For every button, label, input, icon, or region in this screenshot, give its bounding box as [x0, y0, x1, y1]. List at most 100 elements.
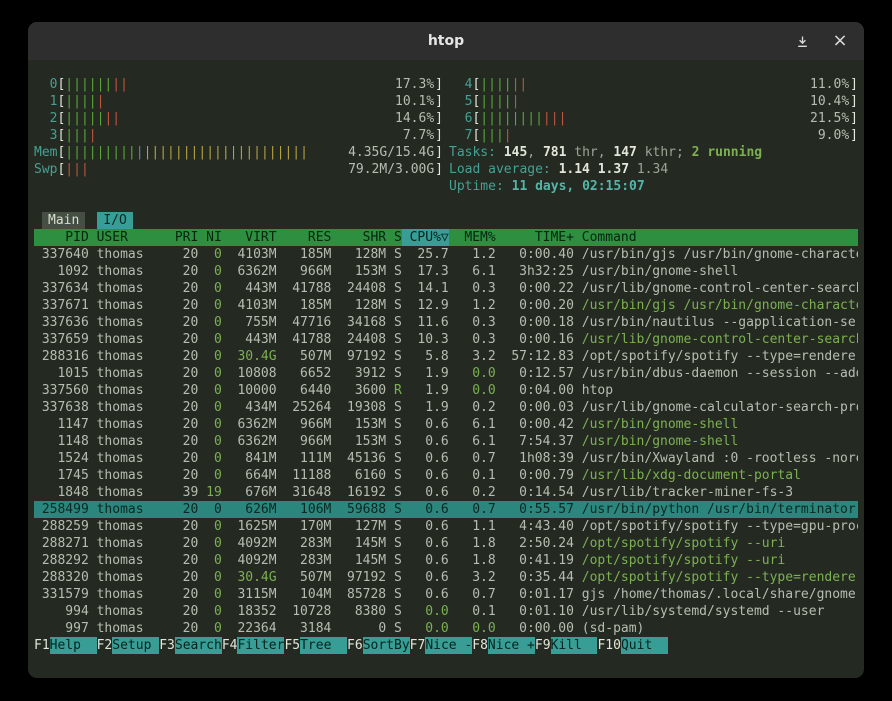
- column-header-time[interactable]: TIME+: [496, 229, 574, 246]
- meter-label: 7: [449, 127, 472, 144]
- cell-s: S: [386, 297, 402, 314]
- cell-shr: 145M: [331, 535, 386, 552]
- tab-io[interactable]: I/O: [97, 212, 132, 229]
- cell-pid: 337634: [34, 280, 89, 297]
- cell-pid: 1148: [34, 433, 89, 450]
- fnkey-f7[interactable]: F7Nice -: [410, 637, 473, 654]
- cell-pri: 20: [167, 586, 198, 603]
- process-row[interactable]: 1015thomas2001080866523912S1.90.00:12.57…: [34, 365, 858, 382]
- column-header-mem[interactable]: MEM%: [449, 229, 496, 246]
- process-row[interactable]: 1745thomas200664M111886160S0.60.10:00.79…: [34, 467, 858, 484]
- column-header-cpu[interactable]: CPU%▽: [402, 229, 449, 246]
- cell-s: S: [386, 603, 402, 620]
- process-row[interactable]: 337640thomas2004103M185M128MS25.71.20:00…: [34, 246, 858, 263]
- cell-mem: 0.3: [449, 280, 496, 297]
- close-icon[interactable]: ×: [832, 33, 848, 49]
- process-row[interactable]: 1148thomas2006362M966M153MS0.66.17:54.37…: [34, 433, 858, 450]
- column-header-ni[interactable]: NI: [198, 229, 221, 246]
- cell-command: htop: [574, 382, 858, 399]
- fnkey-label: Tree: [300, 637, 347, 654]
- meter-cpu0: 0[||||||||17.3%]: [34, 76, 443, 93]
- process-row[interactable]: 288259thomas2001625M170M127MS0.61.14:43.…: [34, 518, 858, 535]
- cell-shr: 6160: [331, 467, 386, 484]
- cell-s: S: [386, 484, 402, 501]
- process-row[interactable]: 1092thomas2006362M966M153MS17.36.13h32:2…: [34, 263, 858, 280]
- cell-shr: 59688: [331, 501, 386, 518]
- uptime-text: Uptime: 11 days, 02:15:07: [449, 178, 858, 195]
- cell-mem: 1.8: [449, 552, 496, 569]
- cell-time: 7:54.37: [496, 433, 574, 450]
- column-header-command[interactable]: Command: [574, 229, 858, 246]
- process-row[interactable]: 258499thomas200626M106M59688S0.60.70:55.…: [34, 501, 858, 518]
- fnkey-f5[interactable]: F5Tree: [284, 637, 347, 654]
- fnkey-f4[interactable]: F4Filter: [222, 637, 285, 654]
- cell-shr: 97192: [331, 569, 386, 586]
- column-header-pri[interactable]: PRI: [167, 229, 198, 246]
- fnkey-f1[interactable]: F1Help: [34, 637, 97, 654]
- cell-user: thomas: [89, 246, 167, 263]
- cell-s: S: [386, 280, 402, 297]
- process-row[interactable]: 288316thomas20030.4G507M97192S5.83.257:1…: [34, 348, 858, 365]
- cell-command: /usr/lib/gnome-calculator-search-prov: [574, 399, 858, 416]
- cell-command: /usr/lib/tracker-miner-fs-3: [574, 484, 858, 501]
- fnkey-f8[interactable]: F8Nice +: [472, 637, 535, 654]
- column-header-virt[interactable]: VIRT: [222, 229, 277, 246]
- cell-ni: 19: [198, 484, 221, 501]
- process-row[interactable]: 997thomas2002236431840S0.00.00:00.00(sd-…: [34, 620, 858, 637]
- cell-s: S: [386, 263, 402, 280]
- process-row[interactable]: 1848thomas3919676M3164816192S0.60.20:14.…: [34, 484, 858, 501]
- cell-res: 507M: [277, 348, 332, 365]
- process-row[interactable]: 288271thomas2004092M283M145MS0.61.82:50.…: [34, 535, 858, 552]
- column-header-shr[interactable]: SHR: [331, 229, 386, 246]
- column-header-user[interactable]: USER: [89, 229, 167, 246]
- cell-time: 0:00.20: [496, 297, 574, 314]
- cell-virt: 755M: [222, 314, 277, 331]
- process-table: PIDUSERPRINIVIRTRESSHRSCPU%▽MEM%TIME+Com…: [34, 229, 858, 637]
- meter-label: 6: [449, 110, 472, 127]
- cell-time: 3h32:25: [496, 263, 574, 280]
- cell-cpu: 0.6: [402, 501, 449, 518]
- meter-bar: |||||||||||21.5%: [480, 110, 850, 127]
- process-row[interactable]: 337636thomas200755M4771634168S11.60.30:0…: [34, 314, 858, 331]
- process-row[interactable]: 337638thomas200434M2526419308S1.90.20:00…: [34, 399, 858, 416]
- column-header-s[interactable]: S: [386, 229, 402, 246]
- tab-main[interactable]: Main: [42, 212, 85, 229]
- process-row[interactable]: 1147thomas2006362M966M153MS0.66.10:00.42…: [34, 416, 858, 433]
- column-header-pid[interactable]: PID: [34, 229, 89, 246]
- cell-ni: 0: [198, 552, 221, 569]
- process-row[interactable]: 337560thomas2001000064403600R1.90.00:04.…: [34, 382, 858, 399]
- cell-command: /opt/spotify/spotify --uri: [574, 552, 858, 569]
- cell-command: /usr/bin/gjs /usr/bin/gnome-character: [574, 246, 858, 263]
- column-header-res[interactable]: RES: [277, 229, 332, 246]
- process-row[interactable]: 337671thomas2004103M185M128MS12.91.20:00…: [34, 297, 858, 314]
- process-row[interactable]: 331579thomas2003115M104M85728S0.60.70:01…: [34, 586, 858, 603]
- meter-value: 7.7%: [403, 127, 434, 144]
- process-row[interactable]: 337659thomas200443M4178824408S10.30.30:0…: [34, 331, 858, 348]
- cell-cpu: 5.8: [402, 348, 449, 365]
- fnkey-f6[interactable]: F6SortBy: [347, 637, 410, 654]
- process-row[interactable]: 1524thomas200841M111M45136S0.60.71h08:39…: [34, 450, 858, 467]
- cell-ni: 0: [198, 365, 221, 382]
- process-row[interactable]: 994thomas20018352107288380S0.00.10:01.10…: [34, 603, 858, 620]
- cell-res: 283M: [277, 552, 332, 569]
- process-row[interactable]: 337634thomas200443M4178824408S14.10.30:0…: [34, 280, 858, 297]
- cell-pri: 20: [167, 501, 198, 518]
- fnkey-f10[interactable]: F10Quit: [597, 637, 667, 654]
- fnkey-f2[interactable]: F2Setup: [97, 637, 160, 654]
- meter-bar: ||||||||17.3%: [65, 76, 435, 93]
- fnkey-f3[interactable]: F3Search: [159, 637, 222, 654]
- meter-bracket: ]: [435, 110, 443, 127]
- process-row[interactable]: 288292thomas2004092M283M145MS0.61.80:41.…: [34, 552, 858, 569]
- cell-cpu: 0.6: [402, 450, 449, 467]
- process-row[interactable]: 288320thomas20030.4G507M97192S0.63.20:35…: [34, 569, 858, 586]
- download-icon[interactable]: [794, 33, 810, 49]
- fnkey-label: Setup: [112, 637, 159, 654]
- cell-mem: 1.2: [449, 297, 496, 314]
- cell-shr: 153M: [331, 433, 386, 450]
- window-title: htop: [428, 33, 464, 49]
- tasks-text: Tasks: 145, 781 thr, 147 kthr; 2 running: [449, 144, 858, 161]
- titlebar[interactable]: htop ×: [28, 22, 864, 60]
- cell-pri: 20: [167, 518, 198, 535]
- fnkey-f9[interactable]: F9Kill: [535, 637, 598, 654]
- cell-shr: 85728: [331, 586, 386, 603]
